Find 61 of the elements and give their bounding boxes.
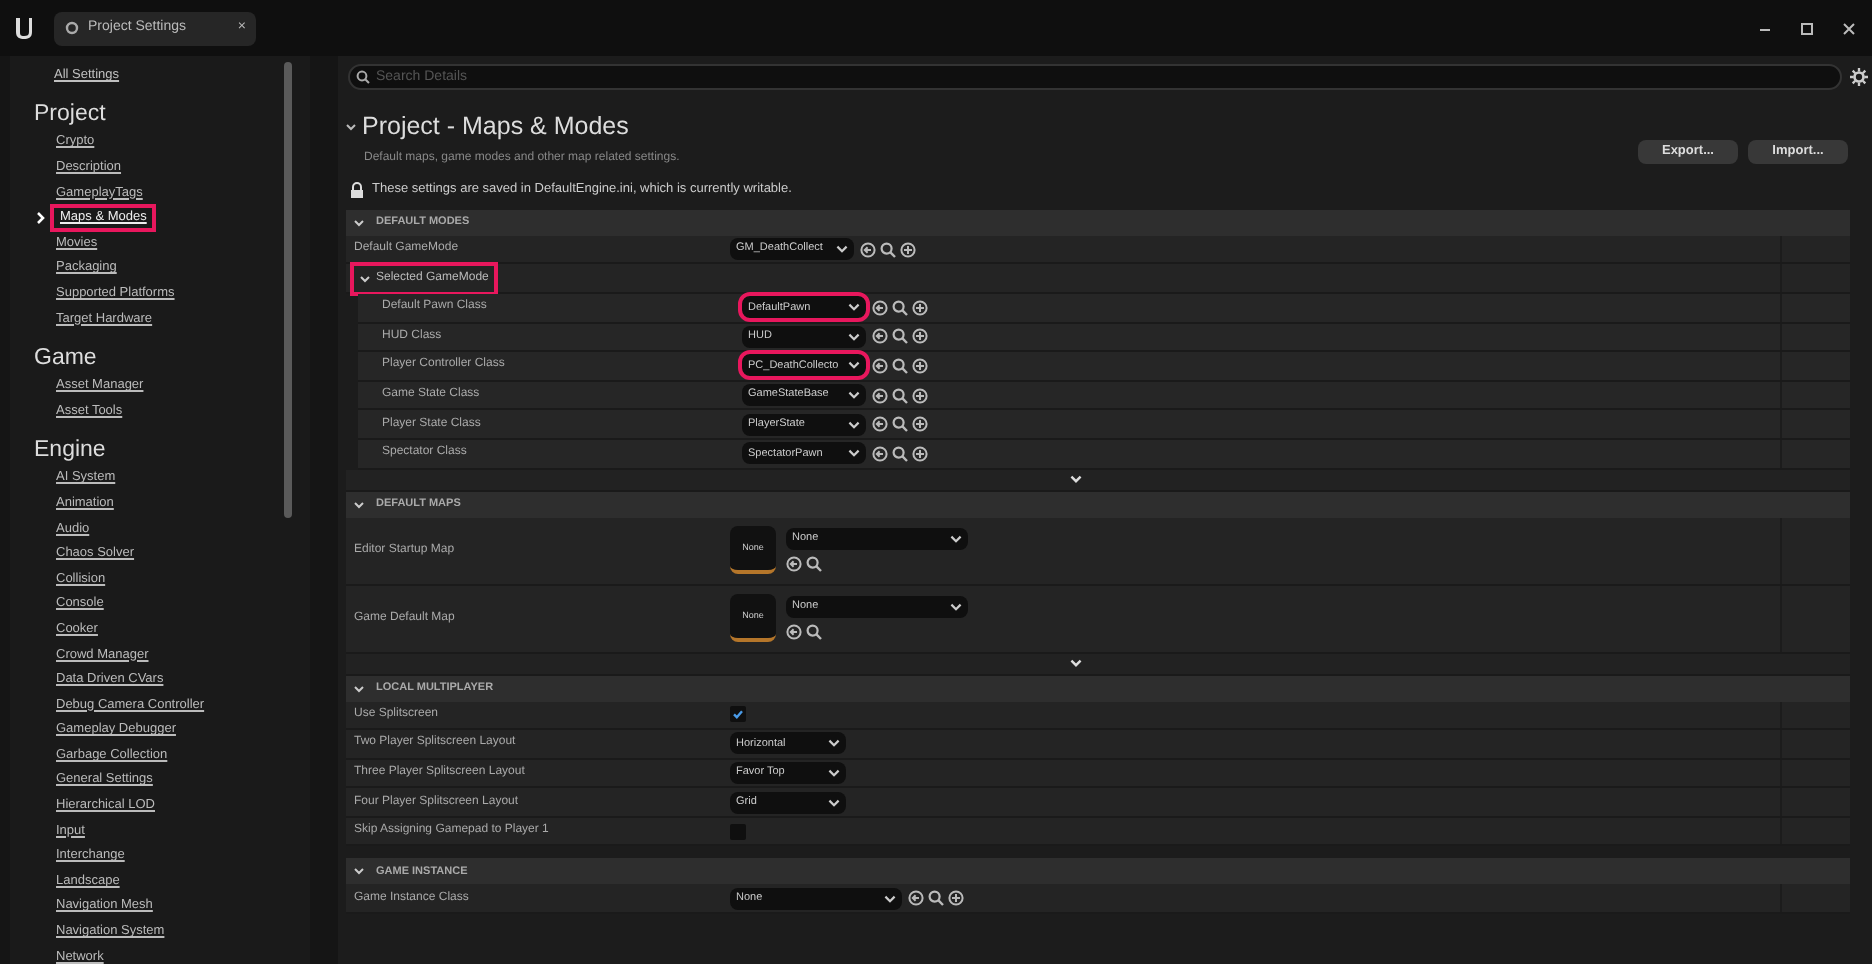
chevron-down-icon <box>828 738 840 749</box>
add-icon[interactable] <box>912 328 928 345</box>
chevron-down-icon <box>950 534 962 544</box>
lock-icon <box>350 181 364 198</box>
use-selected-icon[interactable] <box>872 416 888 433</box>
scrollbar[interactable] <box>284 62 292 518</box>
collapse-icon[interactable] <box>346 121 356 132</box>
chevron-down-icon <box>950 602 962 612</box>
chevron-icon <box>36 212 46 225</box>
sidebar-heading: Engine <box>34 435 108 466</box>
show-advanced-icon[interactable] <box>1070 474 1082 484</box>
maximize-icon[interactable] <box>1800 21 1814 35</box>
use-selected-icon[interactable] <box>786 556 802 572</box>
chevron-icon <box>354 217 364 228</box>
use-selected-icon[interactable] <box>872 387 888 404</box>
chevron-down-icon <box>884 893 896 904</box>
show-advanced-icon[interactable] <box>1070 658 1082 668</box>
page-title: Project - Maps & Modes <box>362 110 629 144</box>
chevron-icon <box>354 866 364 877</box>
sidebar-heading: Project <box>34 100 108 130</box>
chevron-down-icon <box>828 767 840 778</box>
add-icon[interactable] <box>912 357 928 374</box>
close-icon[interactable] <box>1842 21 1856 35</box>
use-selected-icon[interactable] <box>786 624 802 640</box>
chevron-icon <box>354 499 364 509</box>
add-icon[interactable] <box>912 445 928 462</box>
add-icon[interactable] <box>948 890 964 907</box>
search-icon[interactable] <box>892 445 908 462</box>
sidebar-heading: Game <box>34 343 99 374</box>
search-icon[interactable] <box>892 357 908 374</box>
add-icon[interactable] <box>912 416 928 433</box>
chevron-down-icon <box>848 390 860 401</box>
search-icon <box>356 69 370 83</box>
use-selected-icon[interactable] <box>872 445 888 462</box>
add-icon[interactable] <box>912 299 928 316</box>
chevron-down-icon <box>836 244 848 255</box>
use-selected-icon[interactable] <box>860 241 876 258</box>
search-icon[interactable] <box>928 890 944 907</box>
search-icon[interactable] <box>806 624 822 640</box>
use-selected-icon[interactable] <box>872 299 888 316</box>
chevron-down-icon <box>848 419 860 430</box>
checkbox[interactable] <box>730 706 746 723</box>
search-icon[interactable] <box>806 556 822 572</box>
search-icon[interactable] <box>892 328 908 345</box>
add-icon[interactable] <box>912 387 928 404</box>
use-selected-icon[interactable] <box>908 890 924 907</box>
search-icon[interactable] <box>892 387 908 404</box>
chevron-down-icon <box>848 448 860 459</box>
logo-icon <box>14 16 36 40</box>
chevron-icon <box>360 273 370 284</box>
chevron-down-icon <box>848 302 860 313</box>
search-icon[interactable] <box>892 299 908 316</box>
chevron-down-icon <box>848 331 860 342</box>
use-selected-icon[interactable] <box>872 328 888 345</box>
chevron-icon <box>354 683 364 693</box>
chevron-down-icon <box>848 360 860 371</box>
add-icon[interactable] <box>900 241 916 258</box>
use-selected-icon[interactable] <box>872 357 888 374</box>
chevron-down-icon <box>828 797 840 808</box>
search-icon[interactable] <box>892 416 908 433</box>
search-icon[interactable] <box>880 241 896 258</box>
